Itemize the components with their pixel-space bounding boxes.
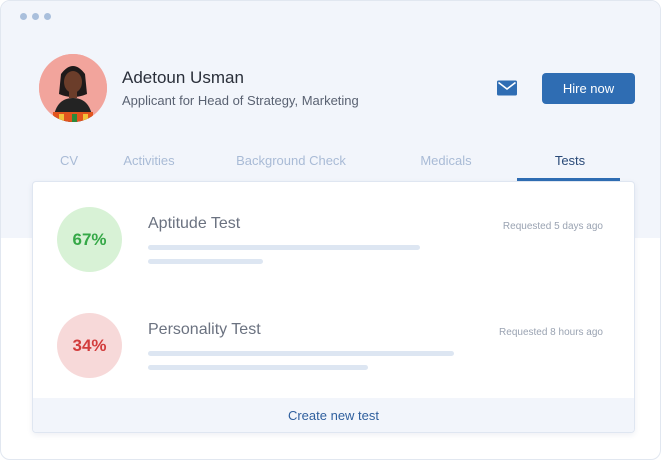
score-badge: 34% xyxy=(57,313,122,378)
app-window: Adetoun Usman Applicant for Head of Stra… xyxy=(0,0,661,460)
test-title: Personality Test xyxy=(148,321,261,338)
requested-time: Requested 5 days ago xyxy=(502,221,603,232)
tab-bar: CV Activities Background Check Medicals … xyxy=(1,153,660,181)
requested-time: Requested 8 hours ago xyxy=(499,327,603,338)
placeholder-bar xyxy=(148,365,368,370)
test-row[interactable]: 67% Aptitude Test Requested 5 days ago xyxy=(33,182,634,287)
tab-tests[interactable]: Tests xyxy=(555,153,585,168)
avatar-photo xyxy=(39,54,107,122)
applicant-role: Applicant for Head of Strategy, Marketin… xyxy=(122,93,359,108)
window-dot[interactable] xyxy=(20,13,27,20)
create-new-test-link[interactable]: Create new test xyxy=(288,408,379,423)
test-row[interactable]: 34% Personality Test Requested 8 hours a… xyxy=(33,288,634,393)
tab-background-check[interactable]: Background Check xyxy=(236,153,346,168)
hire-now-button[interactable]: Hire now xyxy=(542,73,635,104)
tab-medicals[interactable]: Medicals xyxy=(420,153,471,168)
window-dot[interactable] xyxy=(44,13,51,20)
tab-activities[interactable]: Activities xyxy=(123,153,174,168)
card-footer: Create new test xyxy=(33,398,634,432)
tab-cv[interactable]: CV xyxy=(60,153,78,168)
placeholder-bar xyxy=(148,351,454,356)
window-dot[interactable] xyxy=(32,13,39,20)
avatar xyxy=(39,54,107,122)
tests-card: 67% Aptitude Test Requested 5 days ago 3… xyxy=(32,181,635,433)
placeholder-bar xyxy=(148,245,420,250)
score-badge: 67% xyxy=(57,207,122,272)
test-title: Aptitude Test xyxy=(148,215,241,232)
applicant-name: Adetoun Usman xyxy=(122,68,244,87)
window-controls xyxy=(20,13,51,20)
envelope-icon[interactable] xyxy=(496,79,518,97)
placeholder-bar xyxy=(148,259,263,264)
